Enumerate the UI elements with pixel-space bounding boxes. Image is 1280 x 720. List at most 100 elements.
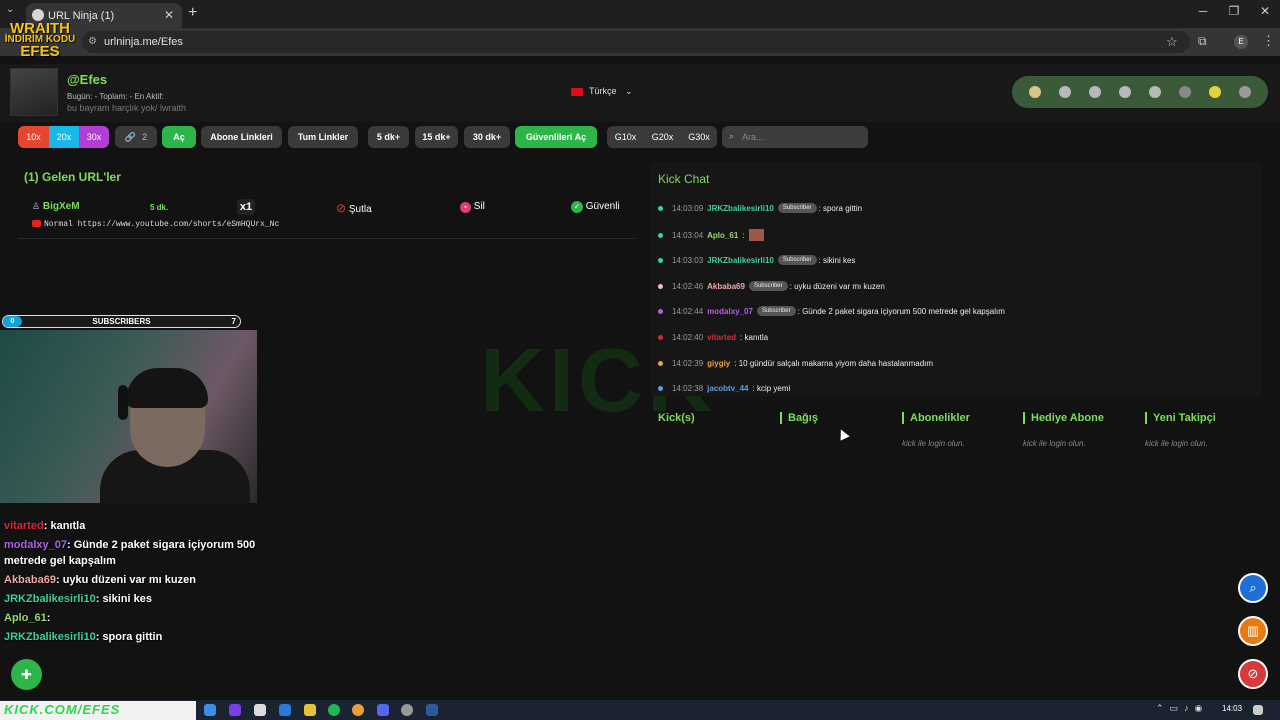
- search-input[interactable]: ⌕ Ara...: [722, 126, 868, 148]
- overlay-chat-user: vitarted: [4, 520, 44, 532]
- pause-icon[interactable]: [1200, 77, 1230, 108]
- chat-message: 14:03:04 Aplo_61:: [658, 229, 764, 241]
- check-circle-icon: ✓: [571, 201, 583, 213]
- kick-icon[interactable]: [1140, 77, 1170, 108]
- edge-icon[interactable]: [204, 704, 216, 716]
- chat-time: 14:02:38: [672, 384, 704, 393]
- coin-icon[interactable]: [1020, 77, 1050, 108]
- kick-url-button[interactable]: ⊘ Şutla: [336, 201, 372, 215]
- delete-url-button[interactable]: ▪ Sil: [460, 201, 485, 213]
- address-bar[interactable]: ⚙ urlninja.me/Efes: [82, 31, 1190, 53]
- spotify-icon[interactable]: [328, 704, 340, 716]
- filter-20x-button[interactable]: 20x: [49, 126, 79, 148]
- discord-icon[interactable]: [377, 704, 389, 716]
- overlay-chat-line: Aplo_61:: [4, 612, 50, 624]
- app2-icon[interactable]: [279, 704, 291, 716]
- instagram-icon[interactable]: [1080, 77, 1110, 108]
- trash-icon[interactable]: [1170, 77, 1200, 108]
- logout-icon[interactable]: [1230, 77, 1260, 108]
- new-follower-heading: Yeni Takipçi: [1145, 412, 1216, 424]
- chat-user[interactable]: vitarted: [707, 333, 736, 342]
- chat-user[interactable]: JRKZbalikesirli10: [707, 256, 774, 265]
- taskbar-clock: 14:03: [1222, 704, 1243, 713]
- chat-dot-icon: [658, 257, 663, 263]
- chrome-icon[interactable]: [352, 704, 364, 716]
- chat-user[interactable]: modalxy_07: [707, 307, 753, 316]
- chat-dot-icon: [658, 205, 663, 211]
- chat-text: : Günde 2 paket sigara içiyorum 500 metr…: [797, 306, 1005, 316]
- chat-dot-icon: [658, 386, 663, 391]
- filter-10x-button[interactable]: 10x: [18, 126, 49, 148]
- gift-fab[interactable]: ▥: [1238, 616, 1268, 646]
- chat-message: 14:02:38 jacobtv_44 : kcip yemi: [658, 384, 790, 393]
- overlay-chat-line: Akbaba69: uyku düzeni var mı kuzen: [4, 574, 196, 586]
- chat-message: 14:02:46 Akbaba69 Subscriber: uyku düzeni …: [658, 281, 885, 291]
- browser-menu-icon[interactable]: ⋮: [1262, 33, 1275, 49]
- sub-goal-label: SUBSCRIBERS: [92, 317, 151, 326]
- link-count-button[interactable]: 🔗 2: [115, 126, 157, 148]
- open-button[interactable]: Aç: [162, 126, 196, 148]
- g10-button[interactable]: G10x: [607, 126, 644, 148]
- chat-dot-icon: [658, 308, 663, 314]
- close-window-icon[interactable]: ✕: [1250, 4, 1280, 18]
- new-follower-login-hint: kick ile login olun.: [1145, 439, 1208, 448]
- url-sender[interactable]: BigXeM: [43, 201, 80, 212]
- chat-user[interactable]: JRKZbalikesirli10: [707, 204, 774, 213]
- g30-button[interactable]: G30x: [681, 126, 717, 148]
- sub-links-button[interactable]: Abone Linkleri: [201, 126, 282, 148]
- url-link-line[interactable]: Normal https://www.youtube.com/shorts/eS…: [32, 220, 279, 229]
- minimize-icon[interactable]: ─: [1188, 4, 1218, 18]
- subscriber-badge: Subscriber: [777, 255, 817, 265]
- chat-time: 14:02:46: [672, 281, 704, 291]
- gift-icon: ▥: [1246, 623, 1260, 638]
- min5-button[interactable]: 5 dk+: [368, 126, 409, 148]
- streamer-username[interactable]: @Efes: [67, 72, 107, 87]
- restore-icon[interactable]: ❐: [1219, 4, 1249, 18]
- overlay-chat-line: vitarted: kanıtla: [4, 520, 85, 532]
- min15-button[interactable]: 15 dk+: [415, 126, 458, 148]
- chat-text: : kcip yemi: [752, 384, 791, 393]
- search-icon: ⌕: [1249, 580, 1257, 595]
- url-link[interactable]: https://www.youtube.com/shorts/eSmHQUrx_…: [78, 220, 280, 229]
- url-row: ♙ BigXeM: [32, 201, 80, 212]
- subscriber-badge: Subscriber: [777, 203, 817, 213]
- turkey-flag-icon: [571, 87, 583, 96]
- app-icon[interactable]: [229, 704, 241, 716]
- close-tab-icon[interactable]: ✕: [164, 8, 174, 22]
- overlay-chat-user: modalxy_07: [4, 539, 67, 551]
- overlay-chat-text: : spora gittin: [95, 631, 163, 643]
- search-fab[interactable]: ⌕: [1238, 573, 1268, 603]
- open-safe-button[interactable]: Güvenlileri Aç: [515, 126, 597, 148]
- g20-button[interactable]: G20x: [644, 126, 681, 148]
- chat-user[interactable]: Aplo_61: [707, 231, 738, 240]
- steam-icon[interactable]: [426, 704, 438, 716]
- safe-url-button[interactable]: ✓ Güvenli: [571, 201, 620, 213]
- all-links-button[interactable]: Tum Linkler: [288, 126, 358, 148]
- new-tab-icon[interactable]: +: [188, 4, 197, 22]
- bookmark-star-icon[interactable]: ☆: [1166, 34, 1178, 50]
- search-icon: ⌕: [729, 131, 735, 141]
- chat-user[interactable]: jacobtv_44: [707, 384, 748, 393]
- site-info-icon[interactable]: ⚙: [88, 36, 97, 47]
- store-icon[interactable]: [254, 704, 266, 716]
- chat-user[interactable]: giygiy: [707, 359, 730, 368]
- logo-line3: EFES: [20, 43, 60, 60]
- min30-button[interactable]: 30 dk+: [464, 126, 510, 148]
- user-block-fab[interactable]: ⊘: [1238, 659, 1268, 689]
- gift-sub-heading: Hediye Abone: [1023, 412, 1104, 424]
- language-select[interactable]: Türkçe ⌄: [571, 86, 633, 97]
- profile-avatar[interactable]: E: [1234, 35, 1248, 49]
- add-user-fab[interactable]: ✚: [11, 659, 42, 690]
- notifications-icon[interactable]: [1253, 705, 1263, 715]
- kick-url-label: Şutla: [348, 204, 372, 215]
- youtube-icon[interactable]: [1110, 77, 1140, 108]
- filter-30x-button[interactable]: 30x: [79, 126, 109, 148]
- subscriptions-login-hint: kick ile login olun.: [902, 439, 965, 448]
- extensions-icon[interactable]: ⧉: [1198, 34, 1207, 49]
- chat-text: : spora gittin: [818, 203, 863, 213]
- explorer-icon[interactable]: [304, 704, 316, 716]
- twitter-icon[interactable]: [1050, 77, 1080, 108]
- chat-user[interactable]: Akbaba69: [707, 282, 745, 291]
- system-tray[interactable]: ⌃▭♪◉: [1156, 703, 1208, 714]
- obs-icon[interactable]: [401, 704, 413, 716]
